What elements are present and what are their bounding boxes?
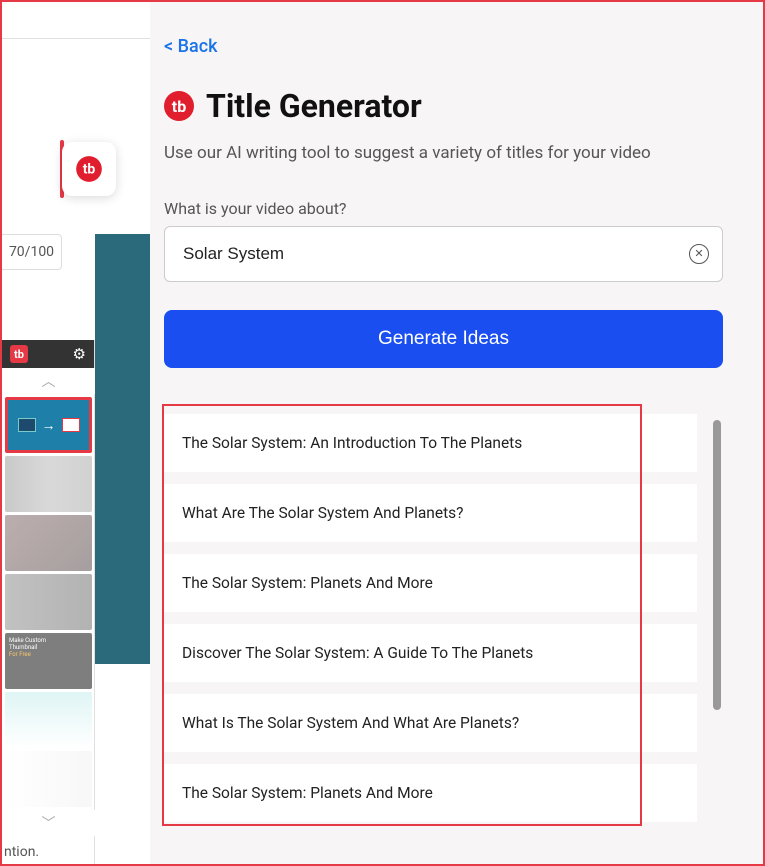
- thumbnail-sidebar: tb ⚙ ︿ → Make Custom Thumbnail For Free …: [2, 340, 95, 864]
- title-suggestion[interactable]: The Solar System: Planets And More: [164, 554, 697, 612]
- scrollbar[interactable]: [713, 420, 721, 710]
- thumbnail-list: → Make Custom Thumbnail For Free: [2, 397, 94, 807]
- svg-text:tb: tb: [83, 162, 96, 178]
- sidebar-header: tb ⚙: [2, 340, 94, 368]
- back-link[interactable]: < Back: [164, 36, 217, 57]
- thumbnail-item[interactable]: [5, 692, 92, 748]
- topic-input[interactable]: [164, 226, 723, 282]
- title-suggestion[interactable]: The Solar System: An Introduction To The…: [164, 414, 697, 472]
- generate-ideas-button[interactable]: Generate Ideas: [164, 310, 723, 368]
- title-suggestion[interactable]: Discover The Solar System: A Guide To Th…: [164, 624, 697, 682]
- results-list: The Solar System: An Introduction To The…: [164, 414, 723, 822]
- thumb-text: For Free: [9, 651, 88, 658]
- scroll-up-button[interactable]: ︿: [2, 368, 95, 394]
- clear-input-button[interactable]: ✕: [689, 244, 709, 264]
- extension-tab[interactable]: tb: [62, 142, 116, 196]
- thumb-mini-before: [18, 418, 36, 432]
- truncated-text: ntion.: [4, 844, 39, 860]
- thumb-text: Thumbnail: [9, 644, 88, 651]
- scroll-down-button[interactable]: ﹀: [2, 810, 95, 836]
- results-area: The Solar System: An Introduction To The…: [164, 414, 723, 822]
- topic-input-wrap: ✕: [164, 226, 723, 282]
- thumb-text: Make Custom: [9, 637, 88, 644]
- tubebuddy-small-icon: tb: [10, 345, 28, 363]
- title-char-count: 70/100: [2, 234, 62, 270]
- panel-subtitle: Use our AI writing tool to suggest a var…: [164, 143, 723, 163]
- panel-title: Title Generator: [206, 87, 422, 125]
- thumb-mini-after: [62, 418, 80, 432]
- tubebuddy-icon: tb: [75, 155, 103, 183]
- title-suggestion[interactable]: What Are The Solar System And Planets?: [164, 484, 697, 542]
- thumbnail-item[interactable]: [5, 515, 92, 571]
- thumbnail-item[interactable]: [5, 456, 92, 512]
- title-suggestion[interactable]: The Solar System: Planets And More: [164, 764, 697, 822]
- arrow-right-icon: →: [42, 417, 56, 434]
- title-suggestion[interactable]: What Is The Solar System And What Are Pl…: [164, 694, 697, 752]
- thumbnail-item[interactable]: [5, 574, 92, 630]
- thumbnail-item[interactable]: Make Custom Thumbnail For Free: [5, 633, 92, 689]
- video-preview: [95, 234, 150, 664]
- tubebuddy-logo-icon: tb: [164, 91, 194, 121]
- title-generator-panel: < Back tb Title Generator Use our AI wri…: [150, 2, 763, 864]
- gear-icon[interactable]: ⚙: [73, 345, 86, 363]
- input-label: What is your video about?: [164, 199, 723, 218]
- thumbnail-item-selected[interactable]: →: [5, 397, 92, 453]
- close-icon: ✕: [694, 249, 703, 260]
- panel-title-row: tb Title Generator: [164, 87, 723, 125]
- thumbnail-item[interactable]: [5, 751, 92, 807]
